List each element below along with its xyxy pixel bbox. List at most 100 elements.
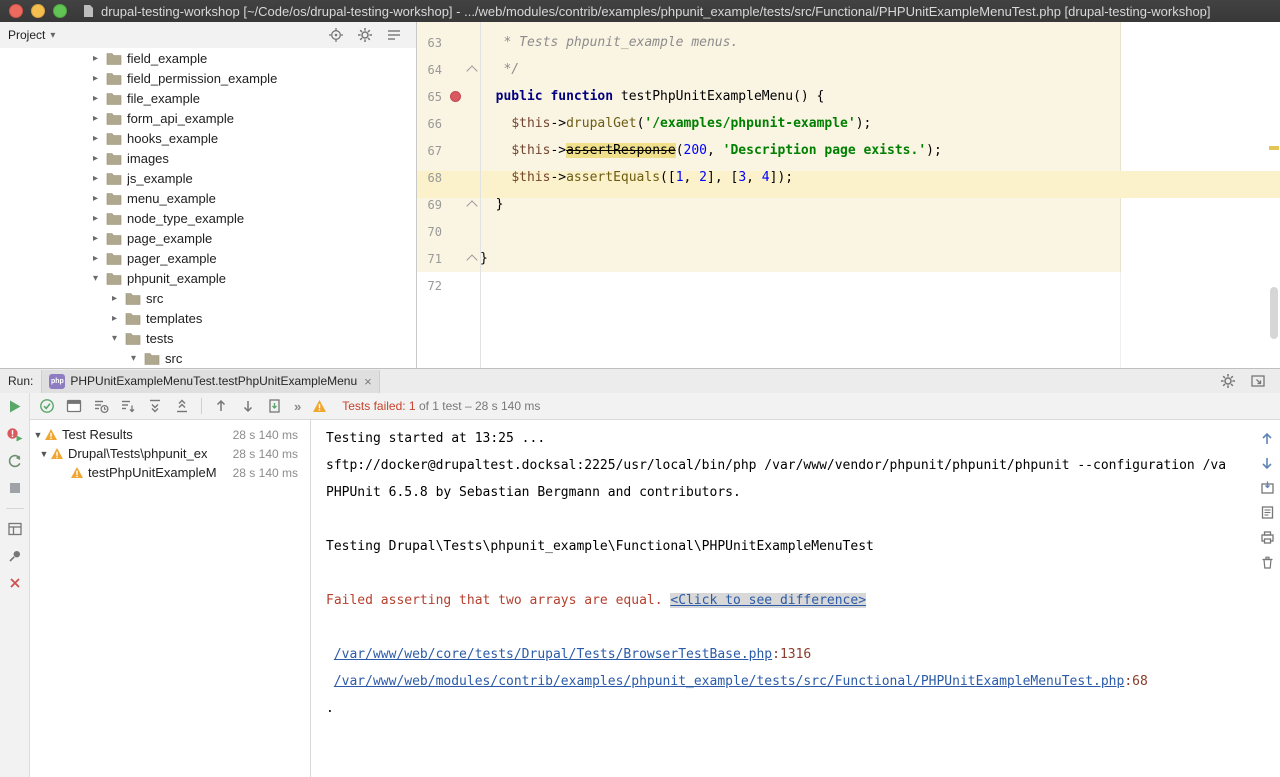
file-link[interactable]: /var/www/web/core/tests/Drupal/Tests/Bro… xyxy=(334,647,772,662)
chevron-right-icon[interactable]: ▸ xyxy=(93,113,106,124)
code-line[interactable]: 68 $this->assertEquals([1, 2], [3, 4]); xyxy=(417,164,1280,191)
test-tree-item[interactable]: ▼Drupal\Tests\phpunit_ex28 s 140 ms xyxy=(30,444,310,463)
line-number[interactable]: 64 xyxy=(417,63,442,77)
minimize-window-button[interactable] xyxy=(31,4,45,18)
print-icon[interactable] xyxy=(1260,530,1275,545)
next-failed-test-icon[interactable] xyxy=(240,398,256,414)
chevron-down-icon[interactable]: ▼ xyxy=(32,430,44,440)
project-tree-item[interactable]: ▸field_example xyxy=(0,48,416,68)
chevron-right-icon[interactable]: ▸ xyxy=(93,53,106,64)
import-test-results-icon[interactable] xyxy=(267,398,283,414)
line-number[interactable]: 63 xyxy=(417,36,442,50)
code-line[interactable]: 71} xyxy=(417,245,1280,272)
close-panel-icon[interactable] xyxy=(7,575,23,591)
previous-occurrence-icon[interactable] xyxy=(1260,432,1274,446)
gear-icon[interactable] xyxy=(1220,373,1236,389)
scroll-from-source-icon[interactable] xyxy=(328,27,344,43)
restore-layout-icon[interactable] xyxy=(7,521,23,537)
project-tree-item[interactable]: ▾phpunit_example xyxy=(0,268,416,288)
console-icon[interactable] xyxy=(66,398,82,414)
fold-icon[interactable] xyxy=(466,254,477,265)
project-tree-item[interactable]: ▸field_permission_example xyxy=(0,68,416,88)
close-tab-icon[interactable]: × xyxy=(364,375,372,388)
gear-icon[interactable] xyxy=(357,27,373,43)
code-line[interactable]: 63 * Tests phpunit_example menus. xyxy=(417,29,1280,56)
line-number[interactable]: 71 xyxy=(417,252,442,266)
line-number[interactable]: 72 xyxy=(417,279,442,293)
sort-by-duration-icon[interactable] xyxy=(93,398,109,414)
chevron-right-icon[interactable]: ▸ xyxy=(93,253,106,264)
project-tool-label[interactable]: Project xyxy=(8,28,45,42)
chevron-down-icon[interactable]: ▾ xyxy=(112,333,125,344)
line-number[interactable]: 67 xyxy=(417,144,442,158)
fold-icon[interactable] xyxy=(466,65,477,76)
code-line[interactable]: 70 xyxy=(417,218,1280,245)
chevron-down-icon[interactable]: ▾ xyxy=(93,273,106,284)
project-tree-item[interactable]: ▸templates xyxy=(0,308,416,328)
next-occurrence-icon[interactable] xyxy=(1260,456,1274,470)
pin-tab-icon[interactable] xyxy=(7,548,23,564)
file-link[interactable]: /var/www/web/modules/contrib/examples/ph… xyxy=(334,674,1125,689)
project-tree-item[interactable]: ▸pager_example xyxy=(0,248,416,268)
test-history-icon[interactable] xyxy=(1260,505,1275,520)
project-tree-item[interactable]: ▸src xyxy=(0,288,416,308)
chevron-right-icon[interactable]: ▸ xyxy=(112,313,125,324)
rerun-failed-tests-icon[interactable] xyxy=(6,426,23,442)
more-actions-icon[interactable]: » xyxy=(294,399,301,414)
code-line[interactable]: 69 } xyxy=(417,191,1280,218)
chevron-down-icon[interactable]: ▼ xyxy=(38,449,50,459)
test-tree-item[interactable]: testPhpUnitExampleM28 s 140 ms xyxy=(30,463,310,482)
project-tree-item[interactable]: ▸page_example xyxy=(0,228,416,248)
project-tree-item[interactable]: ▸menu_example xyxy=(0,188,416,208)
stop-icon[interactable] xyxy=(7,480,23,496)
diff-link[interactable]: <Click to see difference> xyxy=(670,593,866,608)
chevron-right-icon[interactable]: ▸ xyxy=(93,133,106,144)
project-tree-item[interactable]: ▸hooks_example xyxy=(0,128,416,148)
test-tree-item[interactable]: ▼Test Results28 s 140 ms xyxy=(30,425,310,444)
export-test-results-icon[interactable] xyxy=(1260,480,1275,495)
close-window-button[interactable] xyxy=(9,4,23,18)
project-tree-item[interactable]: ▸js_example xyxy=(0,168,416,188)
code-line[interactable]: 64 */ xyxy=(417,56,1280,83)
editor-scrollbar[interactable] xyxy=(1270,287,1278,339)
collapse-all-icon[interactable] xyxy=(386,27,402,43)
run-tab[interactable]: php PHPUnitExampleMenuTest.testPhpUnitEx… xyxy=(41,370,379,393)
test-console-output[interactable]: Testing started at 13:25 ...sftp://docke… xyxy=(311,420,1254,777)
warning-stripe-mark[interactable] xyxy=(1269,146,1279,150)
project-tree-item[interactable]: ▸form_api_example xyxy=(0,108,416,128)
line-number[interactable]: 69 xyxy=(417,198,442,212)
project-tree-item[interactable]: ▸node_type_example xyxy=(0,208,416,228)
expand-all-icon[interactable] xyxy=(147,398,163,414)
chevron-right-icon[interactable]: ▸ xyxy=(93,213,106,224)
chevron-right-icon[interactable]: ▸ xyxy=(93,233,106,244)
chevron-down-icon[interactable]: ▾ xyxy=(131,353,144,364)
clear-all-icon[interactable] xyxy=(1260,555,1275,570)
toggle-auto-test-icon[interactable] xyxy=(7,453,23,469)
sort-alphabetically-icon[interactable] xyxy=(120,398,136,414)
previous-failed-test-icon[interactable] xyxy=(213,398,229,414)
hide-panel-icon[interactable] xyxy=(1250,373,1266,389)
project-tree-item[interactable]: ▾src xyxy=(0,348,416,368)
line-number[interactable]: 70 xyxy=(417,225,442,239)
chevron-right-icon[interactable]: ▸ xyxy=(93,73,106,84)
chevron-right-icon[interactable]: ▸ xyxy=(93,173,106,184)
chevron-right-icon[interactable]: ▸ xyxy=(93,193,106,204)
show-passed-icon[interactable] xyxy=(39,398,55,414)
fold-icon[interactable] xyxy=(466,200,477,211)
line-number[interactable]: 66 xyxy=(417,117,442,131)
code-line[interactable]: 65 public function testPhpUnitExampleMen… xyxy=(417,83,1280,110)
chevron-down-icon[interactable]: ▾ xyxy=(50,30,55,41)
chevron-right-icon[interactable]: ▸ xyxy=(112,293,125,304)
line-number[interactable]: 68 xyxy=(417,171,442,185)
collapse-all-icon[interactable] xyxy=(174,398,190,414)
chevron-right-icon[interactable]: ▸ xyxy=(93,93,106,104)
code-line[interactable]: 67 $this->assertResponse(200, 'Descripti… xyxy=(417,137,1280,164)
zoom-window-button[interactable] xyxy=(53,4,67,18)
code-editor[interactable]: 63 * Tests phpunit_example menus.64 */65… xyxy=(417,22,1280,368)
project-tree-item[interactable]: ▸file_example xyxy=(0,88,416,108)
code-line[interactable]: 72 xyxy=(417,272,1280,299)
chevron-right-icon[interactable]: ▸ xyxy=(93,153,106,164)
project-tree-item[interactable]: ▸images xyxy=(0,148,416,168)
code-line[interactable]: 66 $this->drupalGet('/examples/phpunit-e… xyxy=(417,110,1280,137)
rerun-tests-icon[interactable] xyxy=(6,398,23,415)
